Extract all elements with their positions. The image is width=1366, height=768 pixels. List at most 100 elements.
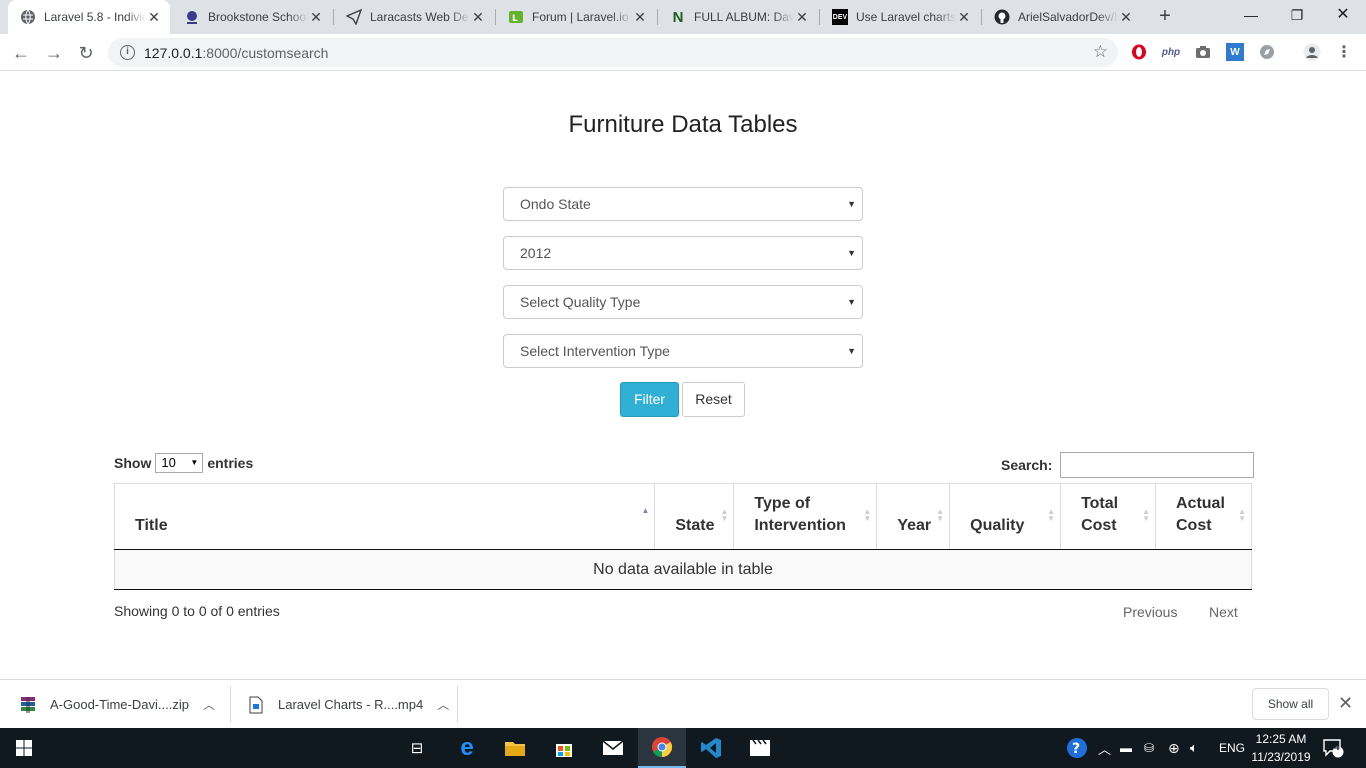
notification-center-icon[interactable]: 4 (1322, 728, 1344, 768)
sort-icon: ▲ ▼ (720, 507, 729, 523)
close-icon[interactable]: ✕ (308, 9, 324, 25)
windows-start-icon[interactable] (0, 728, 48, 768)
chevron-up-icon[interactable]: ︿ (437, 696, 449, 713)
show-all-button[interactable]: Show all (1252, 688, 1329, 720)
window-close-button[interactable]: ✕ (1320, 0, 1366, 30)
column-header-total-cost[interactable]: Total Cost ▲ ▼ (1060, 483, 1156, 550)
filter-button[interactable]: Filter (620, 382, 679, 417)
column-header-title[interactable]: Title ▲ (113, 483, 656, 550)
browser-toolbar: ← → ↻ i 127.0.0.1:8000/customsearch ☆ ph… (0, 34, 1366, 71)
tab-dev[interactable]: DEV Use Laravel charts ✕ (820, 0, 980, 34)
intervention-select-value: Select Intervention Type (520, 343, 670, 359)
column-header-intervention[interactable]: Type of Intervention ▲ ▼ (733, 483, 878, 550)
w-icon[interactable]: W (1226, 43, 1244, 61)
chrome-icon[interactable] (638, 728, 686, 768)
tab-laracasts[interactable]: Laracasts Web Dev ✕ (334, 0, 494, 34)
dev-icon: DEV (832, 9, 848, 25)
forward-button[interactable]: → (41, 40, 67, 66)
clock[interactable]: 12:25 AM 11/23/2019 (1248, 730, 1314, 766)
tab-title: FULL ALBUM: Davi (694, 10, 794, 24)
menu-icon[interactable]: ⋮ (1335, 43, 1353, 61)
compass-icon[interactable] (1258, 43, 1276, 61)
download-name: A-Good-Time-Davi....zip (50, 697, 189, 712)
video-file-icon (248, 696, 264, 714)
tab-laravelio[interactable]: L Forum | Laravel.io ✕ (496, 0, 656, 34)
github-icon (994, 9, 1010, 25)
tab-title: Laracasts Web Dev (370, 10, 470, 24)
file-explorer-icon[interactable] (491, 728, 539, 768)
profile-icon[interactable] (1303, 43, 1321, 61)
close-icon[interactable]: ✕ (794, 9, 810, 25)
address-bar[interactable]: i 127.0.0.1:8000/customsearch ☆ (108, 38, 1118, 67)
clock-date: 11/23/2019 (1251, 750, 1311, 764)
help-icon[interactable]: ? (1066, 728, 1088, 768)
edge-icon[interactable]: e (443, 728, 491, 768)
download-item[interactable]: A-Good-Time-Davi....zip ︿ (20, 680, 215, 729)
reload-button[interactable]: ↻ (73, 40, 99, 66)
column-header-state[interactable]: State ▲ ▼ (654, 483, 735, 550)
divider (457, 686, 458, 723)
close-icon[interactable]: ✕ (470, 9, 486, 25)
tab-brookstone[interactable]: Brookstone School ✕ (172, 0, 332, 34)
notification-count: 4 (1334, 742, 1340, 753)
task-view-icon[interactable]: ⊟ (393, 728, 441, 768)
furniture-table: Title ▲ State ▲ ▼ Type of Intervention ▲ ▼… (113, 483, 1253, 590)
column-header-year[interactable]: Year ▲ ▼ (876, 483, 951, 550)
restore-button[interactable]: ❐ (1274, 0, 1320, 30)
reset-button[interactable]: Reset (682, 382, 745, 417)
sort-icon: ▲ ▼ (1238, 507, 1246, 523)
chevron-up-icon[interactable]: ︿ (1098, 728, 1111, 768)
php-icon[interactable]: php (1162, 43, 1180, 61)
tab-title: Laravel 5.8 - Individ (44, 10, 146, 24)
table-search: Search: (1001, 452, 1255, 478)
entries-length-select[interactable]: 10 ▼ (155, 453, 204, 473)
previous-page-button[interactable]: Previous (1123, 604, 1177, 620)
dropdown-arrow-icon: ▼ (847, 297, 856, 307)
network-icon[interactable]: ⛁ (1144, 728, 1154, 768)
empty-table-message: No data available in table (114, 549, 1252, 590)
state-select[interactable]: Ondo State ▼ (503, 187, 863, 221)
vscode-icon[interactable] (687, 728, 735, 768)
battery-icon[interactable]: ▬ (1120, 728, 1132, 768)
camera-icon[interactable] (1194, 43, 1212, 61)
opera-icon[interactable] (1130, 43, 1148, 61)
video-editor-icon[interactable] (736, 728, 784, 768)
search-input[interactable] (1060, 452, 1255, 478)
mail-icon[interactable] (589, 728, 637, 768)
tab-github[interactable]: ArielSalvadorDev/L ✕ (982, 0, 1142, 34)
language-indicator[interactable]: ENG (1219, 728, 1245, 768)
quality-select-value: Select Quality Type (520, 294, 641, 310)
close-icon[interactable]: ✕ (956, 9, 972, 25)
tab-laravel[interactable]: Laravel 5.8 - Individ ✕ (8, 0, 170, 34)
close-icon[interactable]: ✕ (1338, 693, 1353, 714)
globe-tray-icon[interactable]: ⊕ (1168, 728, 1180, 768)
download-name: Laravel Charts - R....mp4 (278, 697, 424, 712)
quality-select[interactable]: Select Quality Type ▼ (503, 285, 863, 319)
chevron-up-icon[interactable]: ︿ (203, 696, 215, 713)
volume-icon[interactable]: 🔈︎ (1190, 728, 1198, 768)
minimize-button[interactable]: — (1228, 0, 1274, 30)
new-tab-button[interactable]: + (1154, 5, 1176, 27)
download-item[interactable]: Laravel Charts - R....mp4 ︿ (248, 680, 449, 729)
close-icon[interactable]: ✕ (632, 9, 648, 25)
svg-text:?: ? (1072, 741, 1080, 757)
store-icon[interactable] (540, 728, 588, 768)
info-icon[interactable]: i (120, 45, 135, 60)
close-icon[interactable]: ✕ (1118, 9, 1134, 25)
close-icon[interactable]: ✕ (146, 9, 162, 25)
next-page-button[interactable]: Next (1209, 604, 1238, 620)
dropdown-arrow-icon: ▼ (847, 248, 856, 258)
page-title: Furniture Data Tables (568, 111, 798, 138)
intervention-select[interactable]: Select Intervention Type ▼ (503, 334, 863, 368)
clock-time: 12:25 AM (1255, 732, 1307, 746)
back-button[interactable]: ← (8, 40, 34, 66)
year-select[interactable]: 2012 ▼ (503, 236, 863, 270)
tab-full-album[interactable]: N FULL ALBUM: Davi ✕ (658, 0, 818, 34)
table-row: No data available in table (114, 549, 1252, 590)
table-info: Showing 0 to 0 of 0 entries (114, 603, 280, 619)
column-header-quality[interactable]: Quality ▲ ▼ (949, 483, 1062, 550)
column-header-actual-cost[interactable]: Actual Cost ▲ ▼ (1155, 483, 1253, 550)
length-suffix: entries (207, 455, 254, 471)
globe-icon (20, 9, 36, 25)
bookmark-star-icon[interactable]: ☆ (1093, 42, 1108, 62)
